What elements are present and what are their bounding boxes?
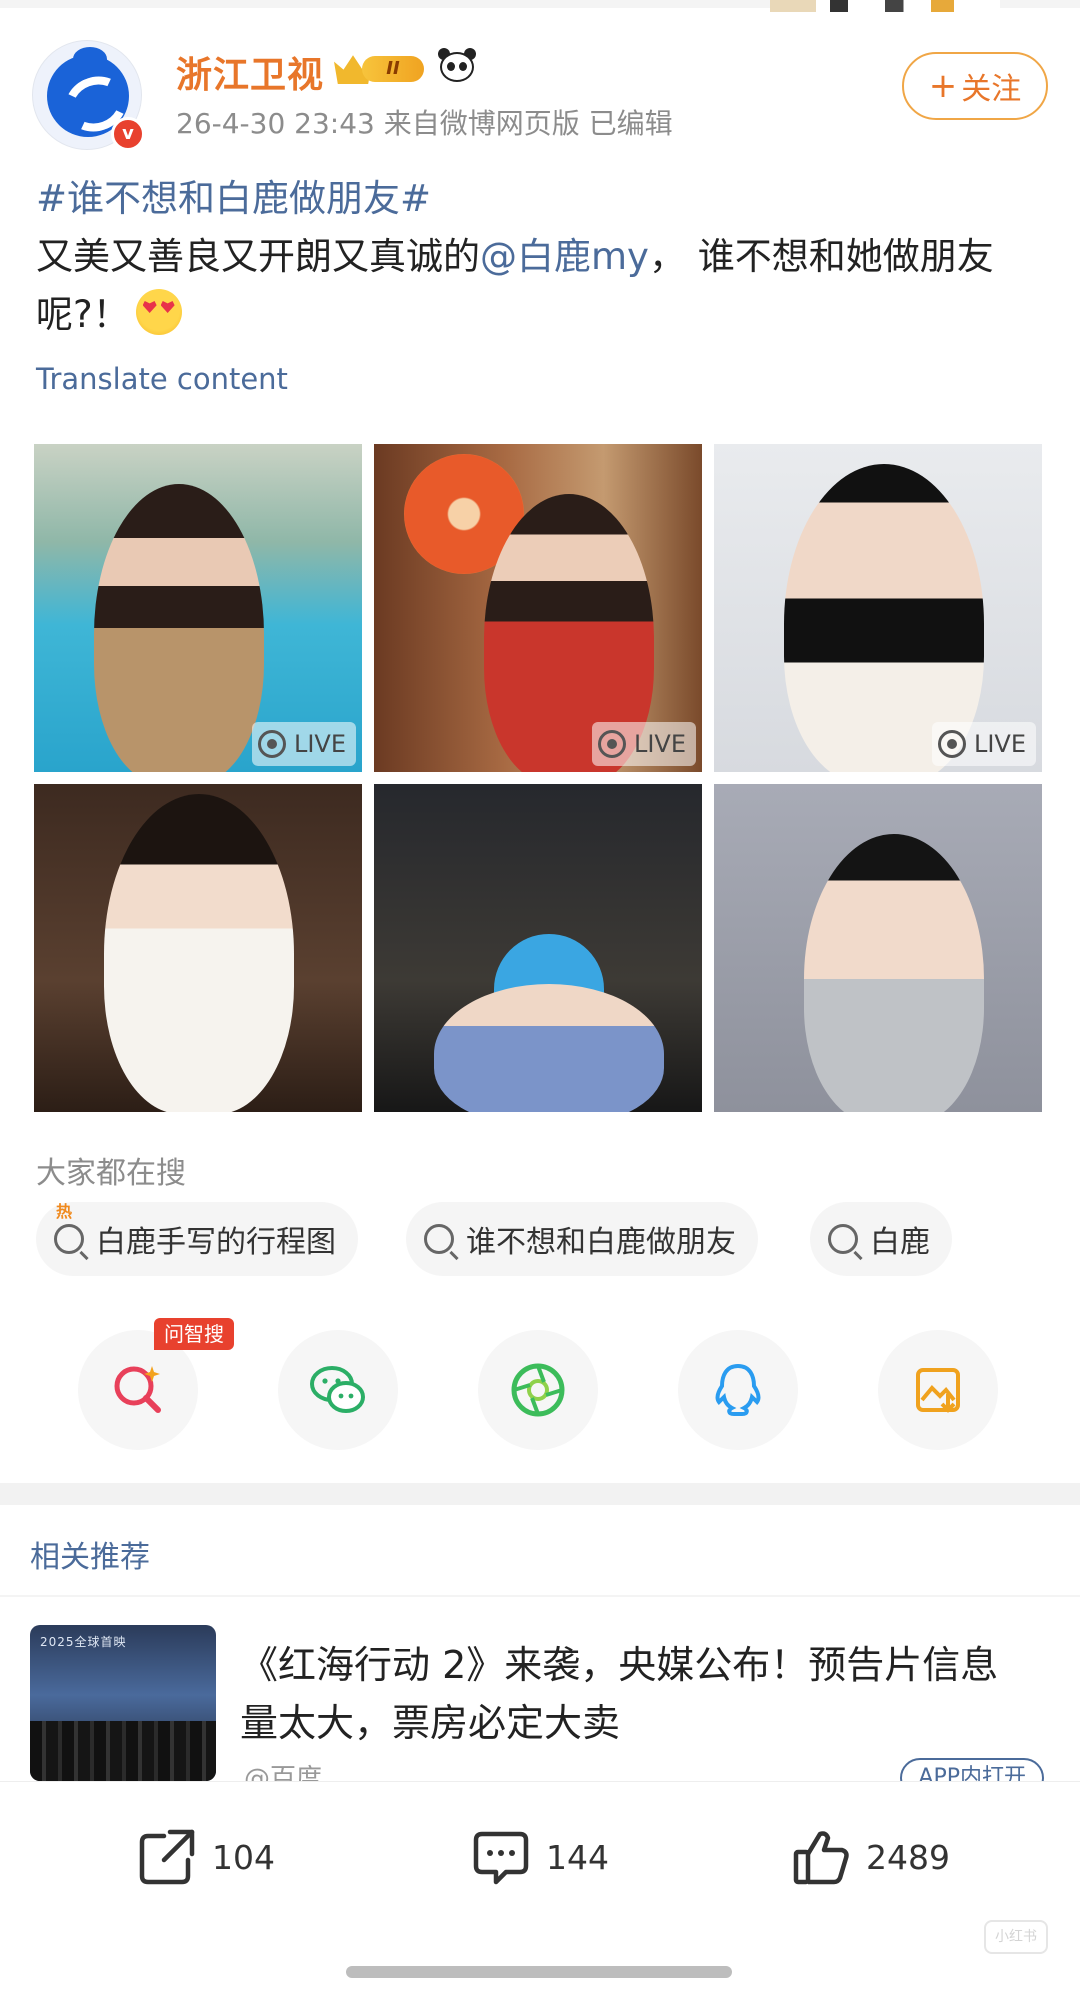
like-count: 2489 bbox=[866, 1837, 950, 1877]
thumbs-up-icon bbox=[793, 1831, 849, 1885]
follow-button[interactable]: + 关注 bbox=[902, 52, 1048, 120]
grid-image-1[interactable]: LIVE bbox=[34, 444, 362, 772]
image-grid: LIVE LIVE LIVE bbox=[34, 444, 1042, 1112]
grid-image-3[interactable]: LIVE bbox=[714, 444, 1042, 772]
search-section-title: 大家都在搜 bbox=[36, 1156, 186, 1191]
watermark-logo: 小红书 bbox=[984, 1920, 1048, 1954]
avatar[interactable]: v bbox=[32, 40, 145, 151]
section-divider bbox=[0, 1483, 1080, 1505]
live-icon bbox=[597, 730, 626, 758]
person-photo bbox=[94, 484, 264, 772]
person-photo bbox=[804, 834, 984, 1112]
live-label: LIVE bbox=[293, 730, 346, 758]
follow-label: 关注 bbox=[961, 72, 1022, 107]
grid-image-5[interactable] bbox=[374, 784, 702, 1112]
grid-image-2[interactable]: LIVE bbox=[374, 444, 702, 772]
bottom-action-bar: 104 144 2489 小红书 bbox=[0, 1781, 1080, 2005]
post-header: v 浙江卫视 II 26-4-30 23:43 来自微博网页版 已编辑 + 关注 bbox=[32, 40, 1048, 151]
hot-search-icon bbox=[54, 1224, 84, 1254]
live-icon bbox=[937, 730, 966, 758]
chip-label: 白鹿手写的行程图 bbox=[96, 1225, 336, 1260]
moments-icon bbox=[511, 1363, 565, 1417]
moments-share-button[interactable] bbox=[478, 1330, 598, 1450]
search-icon bbox=[424, 1224, 454, 1254]
save-image-share-button[interactable] bbox=[878, 1330, 998, 1450]
ai-search-share-button[interactable]: 问智搜 bbox=[78, 1318, 234, 1450]
post-meta: 26-4-30 23:43 来自微博网页版 已编辑 bbox=[176, 107, 673, 140]
search-chips: 热 白鹿手写的行程图 谁不想和白鹿做朋友 白鹿 bbox=[36, 1202, 1046, 1276]
related-section-title: 相关推荐 bbox=[30, 1540, 150, 1575]
qq-icon bbox=[715, 1363, 761, 1416]
group-photo bbox=[30, 1721, 216, 1781]
wechat-icon bbox=[310, 1366, 365, 1413]
hot-tag: 热 bbox=[56, 1202, 73, 1221]
comment-button[interactable]: 144 bbox=[470, 1822, 609, 1892]
search-chip[interactable]: 白鹿 bbox=[810, 1202, 952, 1276]
grid-image-6[interactable] bbox=[714, 784, 1042, 1112]
thumbnail-caption: 2025全球首映 bbox=[40, 1635, 127, 1649]
chip-label: 白鹿 bbox=[870, 1225, 930, 1260]
heart-eyes-emoji-icon bbox=[135, 289, 182, 335]
panda-eye-left bbox=[447, 62, 455, 71]
grid-image-4[interactable] bbox=[34, 784, 362, 1112]
live-badge: LIVE bbox=[931, 722, 1036, 766]
repost-icon bbox=[139, 1829, 195, 1885]
translate-link[interactable]: Translate content bbox=[36, 362, 288, 396]
author-name[interactable]: 浙江卫视 bbox=[176, 46, 324, 98]
qq-share-button[interactable] bbox=[678, 1330, 798, 1450]
search-chip[interactable]: 热 白鹿手写的行程图 bbox=[36, 1202, 358, 1276]
wechat-share-button[interactable] bbox=[278, 1330, 398, 1450]
live-badge: LIVE bbox=[251, 722, 356, 766]
share-row: 问智搜 bbox=[78, 1318, 1008, 1454]
divider-line bbox=[0, 1595, 1080, 1597]
member-level-text: II bbox=[362, 56, 424, 82]
live-badge: LIVE bbox=[591, 722, 696, 766]
post-text-before: 又美又善良又开朗又真诚的 bbox=[36, 235, 480, 278]
ai-search-icon bbox=[114, 1366, 161, 1413]
panda-icon bbox=[438, 48, 476, 84]
comment-icon bbox=[473, 1831, 529, 1885]
ai-search-tag: 问智搜 bbox=[154, 1318, 234, 1350]
logo-fin-shape bbox=[73, 47, 107, 71]
plus-icon: + bbox=[928, 66, 958, 106]
search-chip[interactable]: 谁不想和白鹿做朋友 bbox=[406, 1202, 758, 1276]
home-indicator[interactable] bbox=[346, 1966, 732, 1978]
post-text: #谁不想和白鹿做朋友# 又美又善良又开朗又真诚的@白鹿my， 谁不想和她做朋友呢… bbox=[36, 170, 1046, 344]
live-icon bbox=[257, 730, 286, 758]
person-photo bbox=[434, 984, 664, 1112]
panda-eye-right bbox=[459, 62, 467, 71]
live-label: LIVE bbox=[633, 730, 686, 758]
person-photo bbox=[104, 794, 294, 1112]
mention-link[interactable]: @白鹿my bbox=[480, 235, 649, 278]
panda-face bbox=[440, 52, 474, 82]
recommend-headline[interactable]: 《红海行动 2》来袭，央媒公布！预告片信息量太大，票房必定大卖 bbox=[240, 1636, 1030, 1752]
like-button[interactable]: 2489 bbox=[790, 1822, 950, 1892]
repost-count: 104 bbox=[212, 1837, 275, 1877]
comment-count: 144 bbox=[546, 1837, 609, 1877]
repost-button[interactable]: 104 bbox=[136, 1822, 275, 1892]
chip-label: 谁不想和白鹿做朋友 bbox=[466, 1225, 736, 1260]
member-level-badge[interactable]: II bbox=[334, 50, 430, 86]
save-image-icon bbox=[916, 1368, 960, 1413]
top-decoration-image bbox=[770, 0, 1000, 12]
hashtag-link[interactable]: #谁不想和白鹿做朋友# bbox=[36, 170, 1046, 228]
live-label: LIVE bbox=[973, 730, 1026, 758]
recommend-thumbnail[interactable]: 2025全球首映 bbox=[30, 1625, 216, 1781]
verified-v-icon: v bbox=[111, 117, 145, 151]
search-icon bbox=[828, 1224, 858, 1254]
